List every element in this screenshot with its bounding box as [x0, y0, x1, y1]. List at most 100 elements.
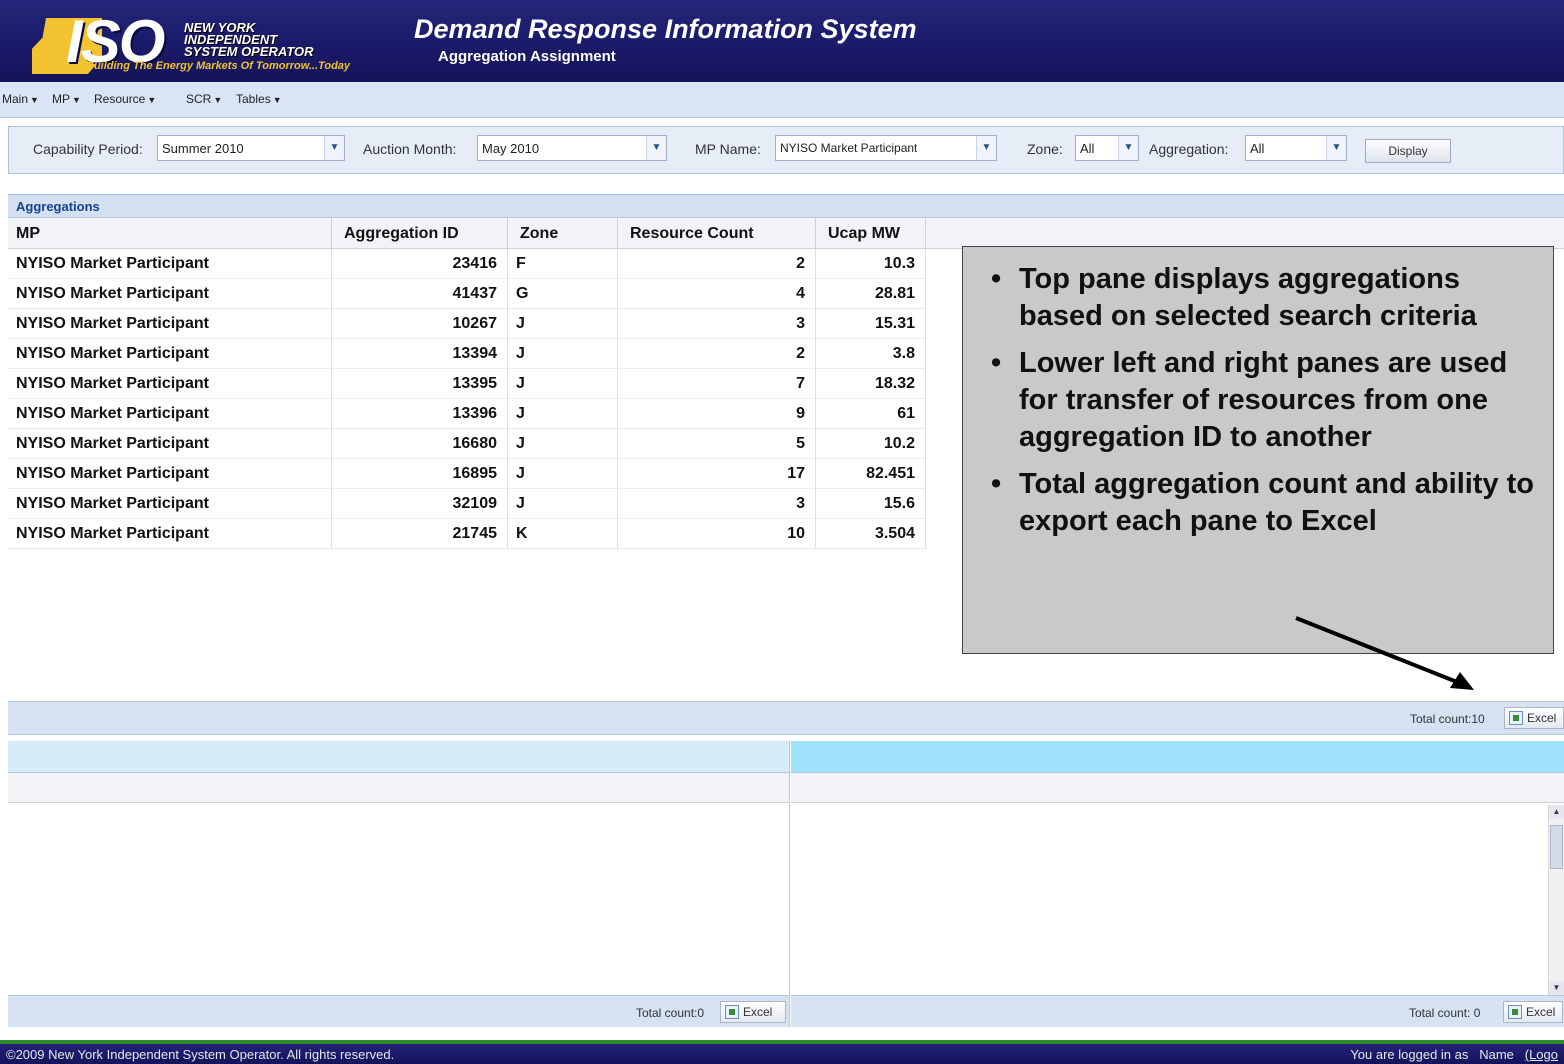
- table-row[interactable]: NYISO Market Participant 32109 J 3 15.6: [8, 489, 926, 519]
- cell-mp: NYISO Market Participant: [8, 339, 332, 369]
- mp-name-select[interactable]: NYISO Market Participant ▼: [775, 135, 997, 161]
- scrollbar-thumb[interactable]: [1550, 825, 1563, 869]
- aggregations-total-count: Total count:10: [1410, 712, 1485, 726]
- cell-resource-count: 17: [618, 459, 816, 489]
- table-row[interactable]: NYISO Market Participant 16895 J 17 82.451: [8, 459, 926, 489]
- cell-ucap-mw: 28.81: [816, 279, 926, 309]
- cell-zone: J: [508, 309, 618, 339]
- table-row[interactable]: NYISO Market Participant 21745 K 10 3.504: [8, 519, 926, 549]
- column-header-mp[interactable]: MP: [8, 218, 332, 249]
- menu-tables[interactable]: Tables ▼: [236, 92, 282, 106]
- excel-icon: [1509, 711, 1523, 725]
- total-count-value: 0: [697, 1006, 705, 1020]
- chevron-down-icon[interactable]: ▼: [324, 136, 344, 160]
- table-row[interactable]: NYISO Market Participant 13396 J 9 61: [8, 399, 926, 429]
- chevron-down-icon[interactable]: ▼: [976, 136, 996, 160]
- cell-ucap-mw: 3.504: [816, 519, 926, 549]
- scroll-down-arrow-icon[interactable]: ▼: [1549, 981, 1564, 995]
- cell-ucap-mw: 18.32: [816, 369, 926, 399]
- cell-mp: NYISO Market Participant: [8, 279, 332, 309]
- auction-month-value: May 2010: [482, 141, 540, 156]
- zone-label: Zone:: [1027, 141, 1063, 157]
- total-count-value: 0: [1473, 1006, 1481, 1020]
- page-subtitle: Aggregation Assignment: [438, 48, 616, 65]
- menu-mp-label: MP: [52, 92, 70, 106]
- cell-mp: NYISO Market Participant: [8, 429, 332, 459]
- chevron-down-icon: ▼: [272, 95, 282, 105]
- cell-resource-count: 4: [618, 279, 816, 309]
- menu-bar: Main ▼ MP ▼ Resource ▼ SCR ▼ Tables ▼: [0, 82, 1564, 118]
- display-button[interactable]: Display: [1365, 139, 1451, 163]
- chevron-down-icon[interactable]: ▼: [1118, 136, 1138, 160]
- cell-zone: J: [508, 489, 618, 519]
- table-row[interactable]: NYISO Market Participant 23416 F 2 10.3: [8, 249, 926, 279]
- callout-bullet-list: Top pane displays aggregations based on …: [963, 247, 1553, 540]
- aggregations-panel-footer: Total count:10 Excel: [8, 701, 1564, 735]
- copyright-text: ©2009 New York Independent System Operat…: [6, 1047, 395, 1062]
- mp-name-value: NYISO Market Participant: [780, 141, 918, 155]
- chevron-down-icon[interactable]: ▼: [646, 136, 666, 160]
- app-title: Demand Response Information System: [414, 14, 917, 44]
- chevron-down-icon[interactable]: ▼: [1326, 136, 1346, 160]
- lower-right-export-excel-button[interactable]: Excel: [1503, 1001, 1563, 1023]
- callout-bullet: Lower left and right panes are used for …: [979, 345, 1543, 456]
- cell-zone: K: [508, 519, 618, 549]
- logged-in-label: You are logged in as: [1350, 1047, 1469, 1062]
- capability-period-select[interactable]: Summer 2010 ▼: [157, 135, 345, 161]
- chevron-down-icon: ▼: [213, 95, 223, 105]
- cell-ucap-mw: 82.451: [816, 459, 926, 489]
- menu-scr[interactable]: SCR ▼: [186, 92, 222, 106]
- aggregations-panel-title: Aggregations: [16, 199, 100, 214]
- excel-button-label: Excel: [743, 1005, 773, 1019]
- cell-zone: J: [508, 369, 618, 399]
- chevron-down-icon: ▼: [72, 95, 81, 105]
- table-row[interactable]: NYISO Market Participant 10267 J 3 15.31: [8, 309, 926, 339]
- menu-mp[interactable]: MP ▼: [52, 92, 81, 106]
- menu-main[interactable]: Main ▼: [2, 92, 39, 106]
- lower-left-export-excel-button[interactable]: Excel: [720, 1001, 786, 1023]
- table-row[interactable]: NYISO Market Participant 13394 J 2 3.8: [8, 339, 926, 369]
- aggregation-select[interactable]: All ▼: [1245, 135, 1347, 161]
- cell-aggregation-id: 32109: [332, 489, 508, 519]
- table-row[interactable]: NYISO Market Participant 16680 J 5 10.2: [8, 429, 926, 459]
- table-row[interactable]: NYISO Market Participant 13395 J 7 18.32: [8, 369, 926, 399]
- column-header-ucap-mw[interactable]: Ucap MW: [816, 218, 926, 249]
- lower-right-pane-footer: Total count: 0 Excel: [791, 995, 1564, 1027]
- auction-month-label: Auction Month:: [363, 141, 457, 157]
- lower-left-pane: Total count:0 Excel: [8, 741, 790, 1027]
- cell-zone: J: [508, 339, 618, 369]
- total-count-label: Total count:: [1410, 712, 1472, 726]
- cell-zone: J: [508, 429, 618, 459]
- page: ISO NEW YORK INDEPENDENT SYSTEM OPERATOR…: [0, 0, 1564, 1064]
- lower-left-pane-header: [8, 741, 789, 773]
- cell-ucap-mw: 10.3: [816, 249, 926, 279]
- zone-select[interactable]: All ▼: [1075, 135, 1139, 161]
- column-header-aggregation-id[interactable]: Aggregation ID: [332, 218, 508, 249]
- excel-icon: [725, 1005, 739, 1019]
- menu-scr-label: SCR: [186, 92, 212, 106]
- cell-aggregation-id: 23416: [332, 249, 508, 279]
- cell-resource-count: 2: [618, 249, 816, 279]
- total-count-value: 10: [1471, 712, 1485, 726]
- menu-resource[interactable]: Resource ▼: [94, 92, 156, 106]
- cell-resource-count: 9: [618, 399, 816, 429]
- column-header-resource-count[interactable]: Resource Count: [618, 218, 816, 249]
- cell-resource-count: 2: [618, 339, 816, 369]
- logout-link[interactable]: (Logo: [1525, 1047, 1558, 1062]
- cell-mp: NYISO Market Participant: [8, 489, 332, 519]
- cell-zone: F: [508, 249, 618, 279]
- lower-left-total-count: Total count:0: [636, 1006, 704, 1020]
- lower-right-scrollbar[interactable]: ▲ ▼: [1548, 805, 1564, 995]
- table-row[interactable]: NYISO Market Participant 41437 G 4 28.81: [8, 279, 926, 309]
- auction-month-select[interactable]: May 2010 ▼: [477, 135, 667, 161]
- scroll-up-arrow-icon[interactable]: ▲: [1549, 805, 1564, 819]
- chevron-down-icon: ▼: [30, 95, 39, 105]
- column-header-zone[interactable]: Zone: [508, 218, 618, 249]
- callout-bullet: Top pane displays aggregations based on …: [979, 261, 1543, 335]
- cell-resource-count: 7: [618, 369, 816, 399]
- export-excel-button[interactable]: Excel: [1504, 707, 1564, 729]
- total-count-label: Total count:: [636, 1006, 698, 1020]
- lower-right-pane-header: [791, 741, 1564, 773]
- cell-aggregation-id: 41437: [332, 279, 508, 309]
- lower-right-total-count: Total count: 0: [1409, 1006, 1480, 1020]
